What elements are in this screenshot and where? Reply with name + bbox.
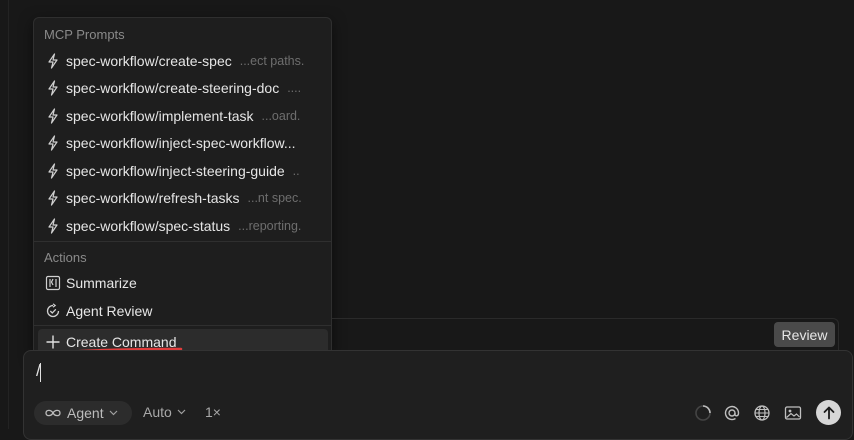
image-icon[interactable] bbox=[783, 403, 803, 423]
mention-icon[interactable] bbox=[722, 403, 742, 423]
review-strip bbox=[332, 318, 839, 350]
globe-icon[interactable] bbox=[752, 403, 772, 423]
model-selector[interactable]: Auto bbox=[143, 404, 186, 420]
command-popup: MCP Prompts spec-workflow/create-spec ..… bbox=[33, 17, 332, 356]
lightning-icon bbox=[45, 135, 61, 151]
agent-mode-selector[interactable]: Agent bbox=[34, 401, 132, 425]
multiplier-label[interactable]: 1× bbox=[205, 404, 221, 420]
lightning-icon bbox=[45, 218, 61, 234]
chat-composer[interactable] bbox=[23, 350, 853, 440]
section-divider bbox=[34, 241, 331, 242]
prompt-description: ...reporting. bbox=[238, 219, 302, 233]
prompt-description: ...oard. bbox=[261, 109, 301, 123]
prompt-label: spec-workflow/create-steering-doc bbox=[66, 80, 280, 96]
prompt-label: spec-workflow/refresh-tasks bbox=[66, 190, 240, 206]
lightning-icon bbox=[45, 108, 61, 124]
chevron-down-icon bbox=[177, 409, 186, 415]
mcp-prompts-heading: MCP Prompts bbox=[44, 27, 125, 42]
action-label: Agent Review bbox=[66, 303, 153, 319]
lightning-icon bbox=[45, 163, 61, 179]
agent-mode-label: Agent bbox=[67, 405, 104, 421]
loading-spinner-icon bbox=[693, 403, 713, 423]
summarize-icon bbox=[45, 275, 61, 291]
action-agent-review[interactable]: Agent Review bbox=[38, 298, 328, 324]
prompt-label: spec-workflow/inject-steering-guide bbox=[66, 163, 285, 179]
prompt-description: ...nt spec. bbox=[247, 191, 302, 205]
lightning-icon bbox=[45, 190, 61, 206]
mcp-prompt-inject-steering-guide[interactable]: spec-workflow/inject-steering-guide .. bbox=[38, 158, 328, 184]
mcp-prompt-create-steering-doc[interactable]: spec-workflow/create-steering-doc .... bbox=[38, 75, 328, 101]
chevron-down-icon bbox=[109, 410, 118, 416]
left-edge-divider bbox=[8, 0, 9, 429]
prompt-description: ...ect paths. bbox=[239, 54, 305, 68]
action-label: Summarize bbox=[66, 275, 137, 291]
mcp-prompt-inject-spec-workflow[interactable]: spec-workflow/inject-spec-workflow... bbox=[38, 130, 328, 156]
model-label: Auto bbox=[143, 404, 172, 420]
lightning-icon bbox=[45, 80, 61, 96]
mcp-prompt-refresh-tasks[interactable]: spec-workflow/refresh-tasks ...nt spec. bbox=[38, 185, 328, 211]
arrow-up-icon bbox=[823, 406, 834, 419]
action-summarize[interactable]: Summarize bbox=[38, 270, 328, 296]
infinity-icon bbox=[45, 409, 61, 417]
prompt-description: .... bbox=[287, 81, 302, 95]
agent-review-icon bbox=[45, 303, 61, 319]
lightning-icon bbox=[45, 53, 61, 69]
send-button[interactable] bbox=[816, 400, 841, 425]
actions-heading: Actions bbox=[44, 250, 87, 265]
prompt-label: spec-workflow/inject-spec-workflow... bbox=[66, 135, 296, 151]
mcp-prompt-create-spec[interactable]: spec-workflow/create-spec ...ect paths. bbox=[38, 48, 328, 74]
prompt-label: spec-workflow/create-spec bbox=[66, 53, 232, 69]
mcp-prompt-implement-task[interactable]: spec-workflow/implement-task ...oard. bbox=[38, 103, 328, 129]
prompt-description: .. bbox=[292, 164, 300, 178]
review-button[interactable]: Review bbox=[774, 322, 835, 347]
mcp-prompt-spec-status[interactable]: spec-workflow/spec-status ...reporting. bbox=[38, 213, 328, 239]
section-divider bbox=[34, 325, 331, 326]
text-caret bbox=[40, 363, 41, 382]
prompt-label: spec-workflow/spec-status bbox=[66, 218, 231, 234]
prompt-label: spec-workflow/implement-task bbox=[66, 108, 254, 124]
